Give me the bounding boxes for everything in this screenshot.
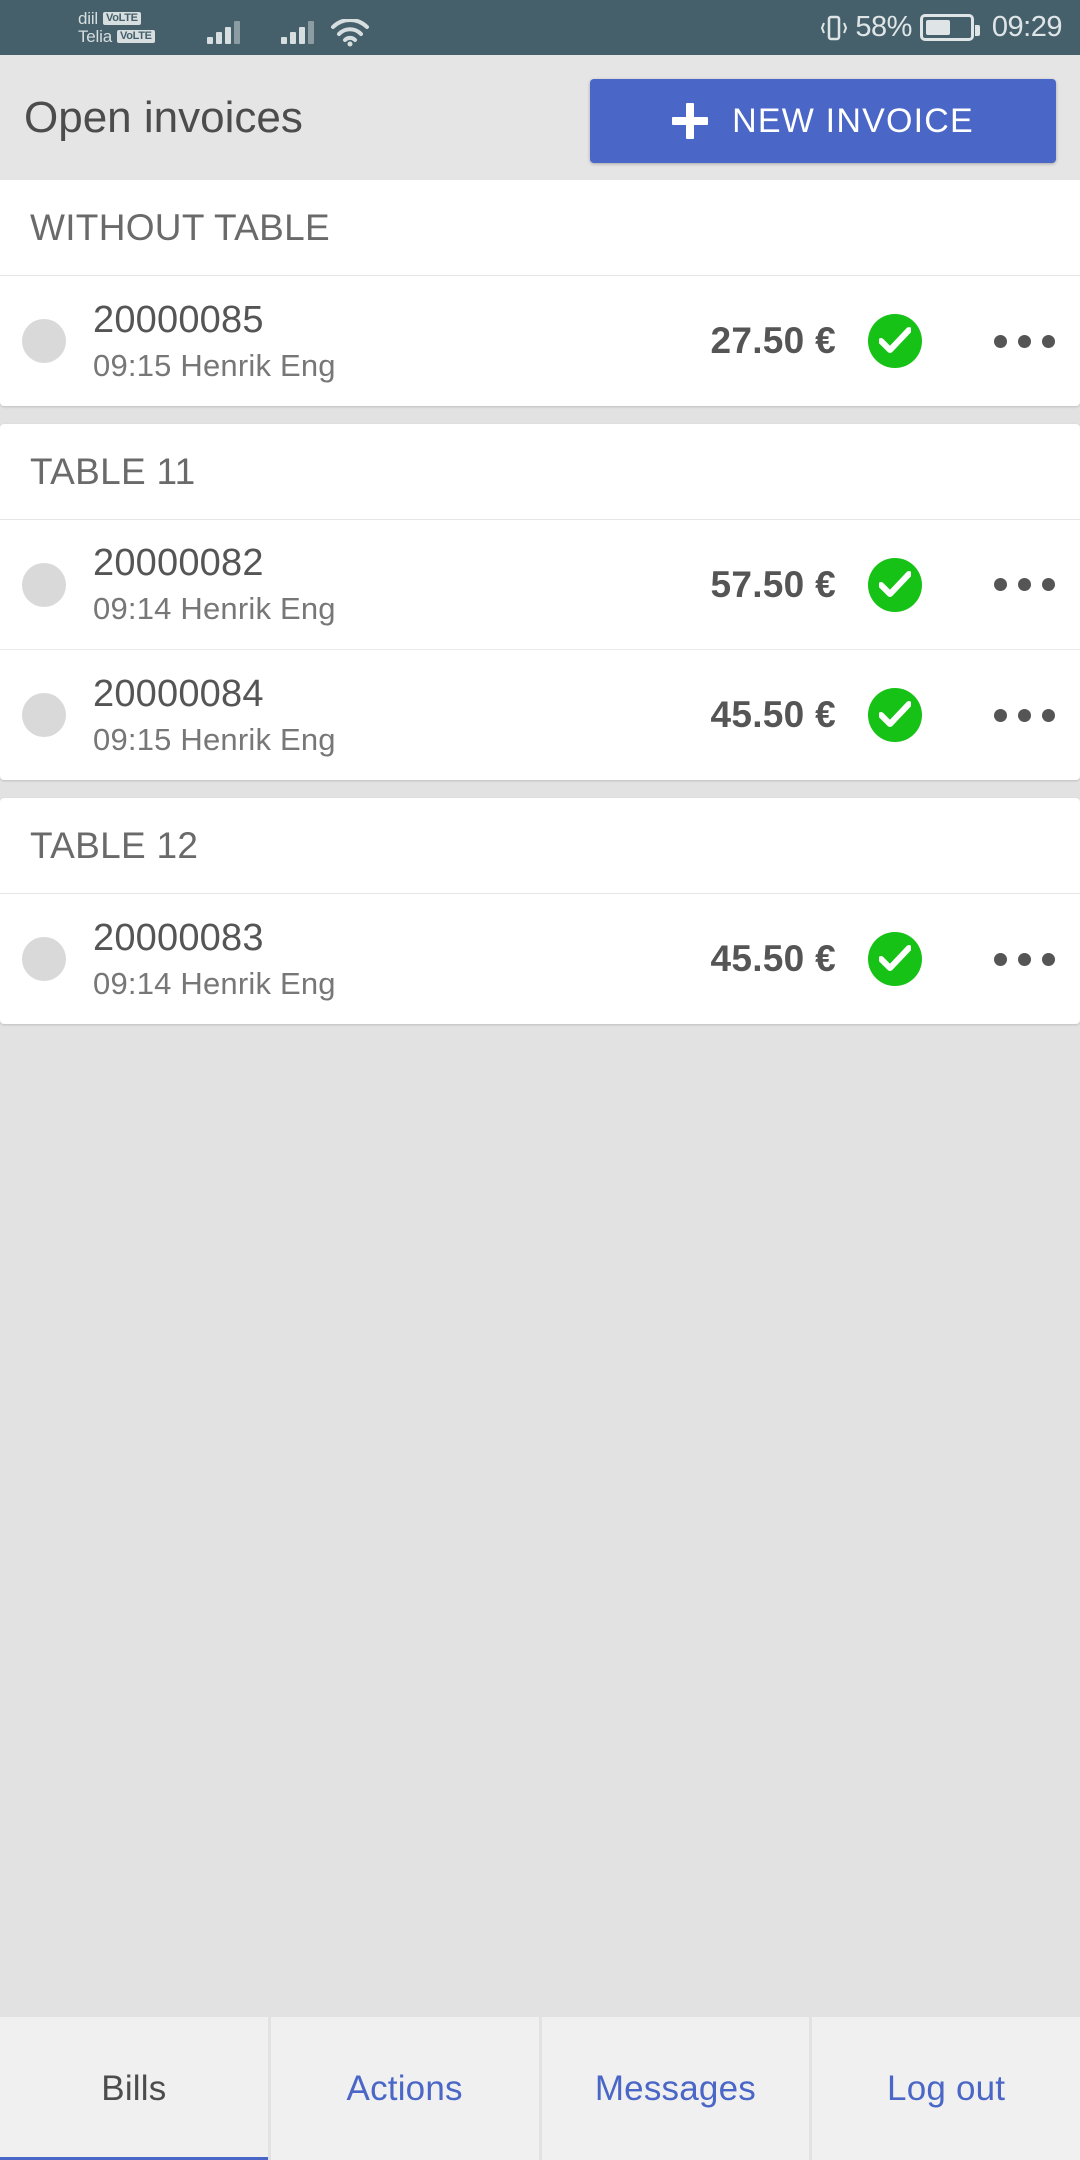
battery-icon <box>919 14 980 41</box>
more-options-icon[interactable] <box>982 540 1066 630</box>
signal-bars-icon <box>207 20 240 44</box>
invoice-number: 20000082 <box>93 542 264 584</box>
clock-label: 09:29 <box>991 11 1063 43</box>
invoice-number: 20000085 <box>93 298 264 341</box>
battery-percent-label: 58% <box>855 11 912 43</box>
invoice-number: 20000084 <box>93 672 264 715</box>
signal-bars-icon <box>281 20 314 44</box>
carrier-labels: diil VoLTE Telia VoLTE <box>78 0 155 55</box>
invoice-subtitle: 09:14 Henrik Eng <box>93 591 336 626</box>
avatar <box>22 937 66 981</box>
row-texts: 20000084 09:15 Henrik Eng <box>93 673 710 758</box>
bottom-tab-bar: Bills Actions Messages Log out <box>0 2017 1080 2160</box>
avatar <box>22 693 66 737</box>
tab-label: Log out <box>887 2068 1006 2108</box>
check-circle-icon[interactable] <box>868 688 922 742</box>
tab-actions[interactable]: Actions <box>270 2017 539 2160</box>
check-circle-icon[interactable] <box>868 557 922 612</box>
vibrate-icon <box>821 13 848 43</box>
check-circle-icon[interactable] <box>868 932 922 986</box>
invoice-list[interactable]: WITHOUT TABLE 20000085 09:15 Henrik Eng … <box>0 180 1080 2017</box>
more-options-icon[interactable] <box>982 296 1066 386</box>
avatar <box>22 562 66 607</box>
section-header: WITHOUT TABLE <box>0 180 1080 276</box>
invoice-subtitle: 09:14 Henrik Eng <box>93 965 336 1001</box>
invoice-number: 20000083 <box>93 916 264 959</box>
row-texts: 20000082 09:14 Henrik Eng <box>93 542 710 627</box>
carrier-name: Telia <box>78 27 112 46</box>
tab-messages[interactable]: Messages <box>541 2017 810 2160</box>
table-row[interactable]: 20000083 09:14 Henrik Eng 45.50 € <box>0 894 1080 1024</box>
invoice-section: TABLE 11 20000082 09:14 Henrik Eng 57.50… <box>0 424 1080 780</box>
invoice-amount: 45.50 € <box>710 938 836 979</box>
wifi-icon <box>330 17 370 47</box>
plus-icon <box>672 103 709 139</box>
new-invoice-button[interactable]: NEW INVOICE <box>590 79 1056 163</box>
tab-label: Messages <box>594 2068 756 2108</box>
status-bar: diil VoLTE Telia VoLTE 58% 09:29 <box>0 0 1080 55</box>
check-circle-icon[interactable] <box>868 314 922 368</box>
section-header: TABLE 12 <box>0 798 1080 894</box>
volte-badge: VoLTE <box>103 11 141 26</box>
row-texts: 20000083 09:14 Henrik Eng <box>93 917 710 1002</box>
page-title: Open invoices <box>24 92 303 142</box>
tab-label: Bills <box>101 2068 167 2108</box>
app-root: diil VoLTE Telia VoLTE 58% 09:29 Open in… <box>0 0 1080 2160</box>
more-options-icon[interactable] <box>982 670 1066 760</box>
invoice-amount: 27.50 € <box>710 320 836 361</box>
invoice-amount: 57.50 € <box>710 563 836 605</box>
carrier-row-1: diil VoLTE <box>78 10 155 27</box>
volte-badge: VoLTE <box>116 29 155 44</box>
invoice-subtitle: 09:15 Henrik Eng <box>93 721 336 757</box>
table-row[interactable]: 20000082 09:14 Henrik Eng 57.50 € <box>0 520 1080 650</box>
page-header: Open invoices NEW INVOICE <box>0 55 1080 180</box>
new-invoice-label: NEW INVOICE <box>732 101 974 140</box>
invoice-amount: 45.50 € <box>710 694 836 735</box>
status-bar-right: 58% 09:29 <box>821 0 1063 55</box>
tab-bills[interactable]: Bills <box>0 2017 268 2160</box>
table-row[interactable]: 20000084 09:15 Henrik Eng 45.50 € <box>0 650 1080 780</box>
tab-label: Actions <box>346 2068 463 2108</box>
more-options-icon[interactable] <box>982 914 1066 1004</box>
invoice-section: WITHOUT TABLE 20000085 09:15 Henrik Eng … <box>0 180 1080 406</box>
avatar <box>22 319 66 363</box>
section-header: TABLE 11 <box>0 424 1080 520</box>
row-texts: 20000085 09:15 Henrik Eng <box>93 299 710 384</box>
invoice-subtitle: 09:15 Henrik Eng <box>93 347 336 383</box>
carrier-row-2: Telia VoLTE <box>78 28 155 45</box>
invoice-section: TABLE 12 20000083 09:14 Henrik Eng 45.50… <box>0 798 1080 1024</box>
table-row[interactable]: 20000085 09:15 Henrik Eng 27.50 € <box>0 276 1080 406</box>
tab-logout[interactable]: Log out <box>812 2017 1080 2160</box>
carrier-name: diil <box>78 9 98 28</box>
